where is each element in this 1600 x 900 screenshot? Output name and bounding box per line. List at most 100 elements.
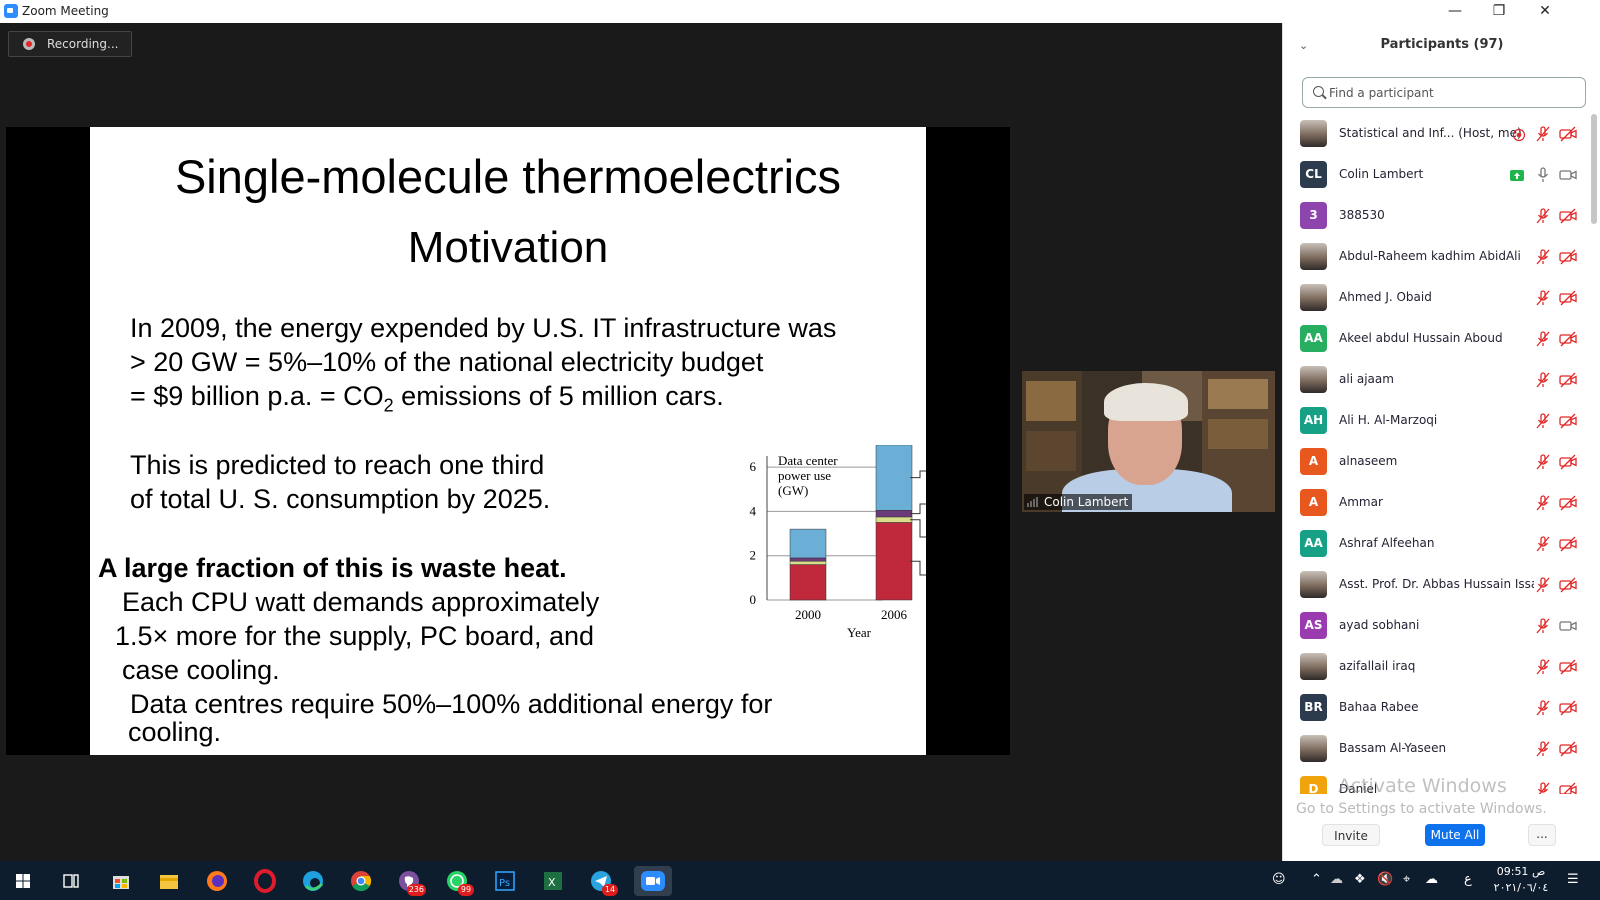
wifi-icon[interactable]: ⌖	[1403, 872, 1410, 887]
participant-row[interactable]: Bassam Al-Yaseen	[1283, 729, 1591, 770]
slide-bold-text: A large fraction of this is waste heat.	[98, 553, 567, 583]
mic-muted-icon[interactable]	[1534, 413, 1552, 429]
file-explorer-icon[interactable]	[154, 866, 184, 896]
chart-bar-segment	[789, 564, 827, 601]
camera-icon[interactable]	[1559, 167, 1577, 183]
notifications-icon[interactable]: ☰	[1567, 872, 1579, 887]
participant-row[interactable]: Statistical and Inf... (Host, me)	[1283, 114, 1591, 155]
mic-muted-icon[interactable]	[1534, 536, 1552, 552]
participant-row[interactable]: azifallail iraq	[1283, 647, 1591, 688]
mic-muted-icon[interactable]	[1534, 454, 1552, 470]
edge-icon[interactable]	[298, 866, 328, 896]
participant-avatar	[1300, 284, 1327, 311]
cloud-upload-icon[interactable]: ☁	[1425, 872, 1438, 887]
telegram-badge: 14	[602, 884, 618, 896]
participant-row[interactable]: AH Ali H. Al-Marzoqi	[1283, 401, 1591, 442]
invite-button[interactable]: Invite	[1322, 824, 1380, 846]
task-view-icon[interactable]	[56, 866, 86, 896]
opera-icon[interactable]	[250, 866, 280, 896]
participant-search[interactable]	[1302, 77, 1586, 108]
camera-off-icon[interactable]	[1559, 290, 1577, 306]
camera-off-icon[interactable]	[1559, 577, 1577, 593]
windows-start-icon[interactable]	[8, 866, 38, 896]
camera-off-icon[interactable]	[1559, 331, 1577, 347]
camera-off-icon[interactable]	[1559, 782, 1577, 794]
slide-paragraph-1: In 2009, the energy expended by U.S. IT …	[130, 311, 836, 422]
participant-list-scrollbar[interactable]	[1591, 114, 1597, 224]
mic-muted-icon[interactable]	[1534, 495, 1552, 511]
mic-muted-icon[interactable]	[1534, 331, 1552, 347]
camera-off-icon[interactable]	[1559, 495, 1577, 511]
camera-off-icon[interactable]	[1559, 536, 1577, 552]
camera-off-icon[interactable]	[1559, 659, 1577, 675]
video-name-label: Colin Lambert	[1024, 494, 1133, 510]
participant-row[interactable]: AA Akeel abdul Hussain Aboud	[1283, 319, 1591, 360]
mic-muted-icon[interactable]	[1534, 577, 1552, 593]
chart-x-tick-label: 2006	[881, 607, 908, 622]
mic-muted-icon[interactable]	[1534, 372, 1552, 388]
mic-muted-icon[interactable]	[1534, 208, 1552, 224]
participant-row[interactable]: AS ayad sobhani	[1283, 606, 1591, 647]
camera-off-icon[interactable]	[1559, 126, 1577, 142]
minimize-button[interactable]: —	[1432, 0, 1478, 23]
telegram-app[interactable]: 14	[586, 866, 618, 896]
zoom-app-icon	[4, 4, 18, 18]
participants-title: Participants (97)	[1380, 37, 1504, 52]
whatsapp-app[interactable]: 99	[442, 866, 474, 896]
zoom-taskbar-icon[interactable]	[634, 866, 672, 896]
mic-icon[interactable]	[1534, 167, 1552, 183]
participant-row[interactable]: Aalnaseem	[1283, 442, 1591, 483]
mic-muted-icon[interactable]	[1534, 782, 1552, 794]
camera-off-icon[interactable]	[1559, 208, 1577, 224]
mic-muted-icon[interactable]	[1534, 249, 1552, 265]
system-clock[interactable]: 09:51 ص ٢٠٢١/٠٦/٠٤	[1487, 864, 1555, 896]
store-icon[interactable]	[106, 866, 136, 896]
participant-name: ayad sobhani	[1339, 618, 1420, 632]
chrome-icon[interactable]	[346, 866, 376, 896]
screen-share-icon	[1510, 170, 1524, 181]
camera-off-icon[interactable]	[1559, 249, 1577, 265]
participant-row[interactable]: CL Colin Lambert	[1283, 155, 1591, 196]
camera-off-icon[interactable]	[1559, 372, 1577, 388]
mic-muted-icon[interactable]	[1534, 700, 1552, 716]
recording-indicator[interactable]: Recording...	[8, 31, 132, 57]
camera-off-icon[interactable]	[1559, 413, 1577, 429]
viber-app[interactable]: 236	[394, 866, 426, 896]
participant-row[interactable]: ali ajaam	[1283, 360, 1591, 401]
camera-off-icon[interactable]	[1559, 454, 1577, 470]
volume-muted-icon[interactable]: 🔇	[1377, 872, 1393, 887]
mic-muted-icon[interactable]	[1534, 659, 1552, 675]
keyboard-language[interactable]: ع	[1464, 872, 1472, 887]
participant-row[interactable]: Ahmed J. Obaid	[1283, 278, 1591, 319]
participant-row[interactable]: Asst. Prof. Dr. Abbas Hussain Issa	[1283, 565, 1591, 606]
participant-name: ali ajaam	[1339, 372, 1394, 386]
participant-row[interactable]: A Ammar	[1283, 483, 1591, 524]
camera-off-icon[interactable]	[1559, 700, 1577, 716]
participant-row[interactable]: AA Ashraf Alfeehan	[1283, 524, 1591, 565]
people-icon[interactable]: ☺	[1272, 872, 1286, 887]
participant-row[interactable]: Abdul-Raheem kadhim AbidAli	[1283, 237, 1591, 278]
participant-row[interactable]: BR Bahaa Rabee	[1283, 688, 1591, 729]
participant-name: Colin Lambert	[1339, 167, 1424, 181]
mic-muted-icon[interactable]	[1534, 290, 1552, 306]
excel-icon[interactable]: X	[538, 866, 568, 896]
mic-muted-icon[interactable]	[1534, 126, 1552, 142]
svg-text:Ps: Ps	[499, 878, 510, 889]
dropbox-icon[interactable]: ❖	[1354, 872, 1366, 887]
participant-row[interactable]: 3 388530	[1283, 196, 1591, 237]
restore-button[interactable]: ❐	[1476, 0, 1522, 23]
video-tile[interactable]: Colin Lambert	[1022, 371, 1275, 512]
firefox-icon[interactable]	[202, 866, 232, 896]
camera-icon[interactable]	[1559, 618, 1577, 634]
participant-search-input[interactable]	[1329, 83, 1579, 103]
onedrive-off-icon[interactable]: ☁	[1330, 872, 1343, 887]
close-button[interactable]: ✕	[1522, 0, 1568, 23]
mic-muted-icon[interactable]	[1534, 741, 1552, 757]
mic-muted-icon[interactable]	[1534, 618, 1552, 634]
participant-name: Ahmed J. Obaid	[1339, 290, 1432, 304]
chevron-up-icon[interactable]: ⌃	[1311, 872, 1322, 887]
mute-all-button[interactable]: Mute All	[1425, 824, 1485, 846]
photoshop-icon[interactable]: Ps	[490, 866, 520, 896]
camera-off-icon[interactable]	[1559, 741, 1577, 757]
more-options-button[interactable]: ...	[1528, 824, 1556, 846]
